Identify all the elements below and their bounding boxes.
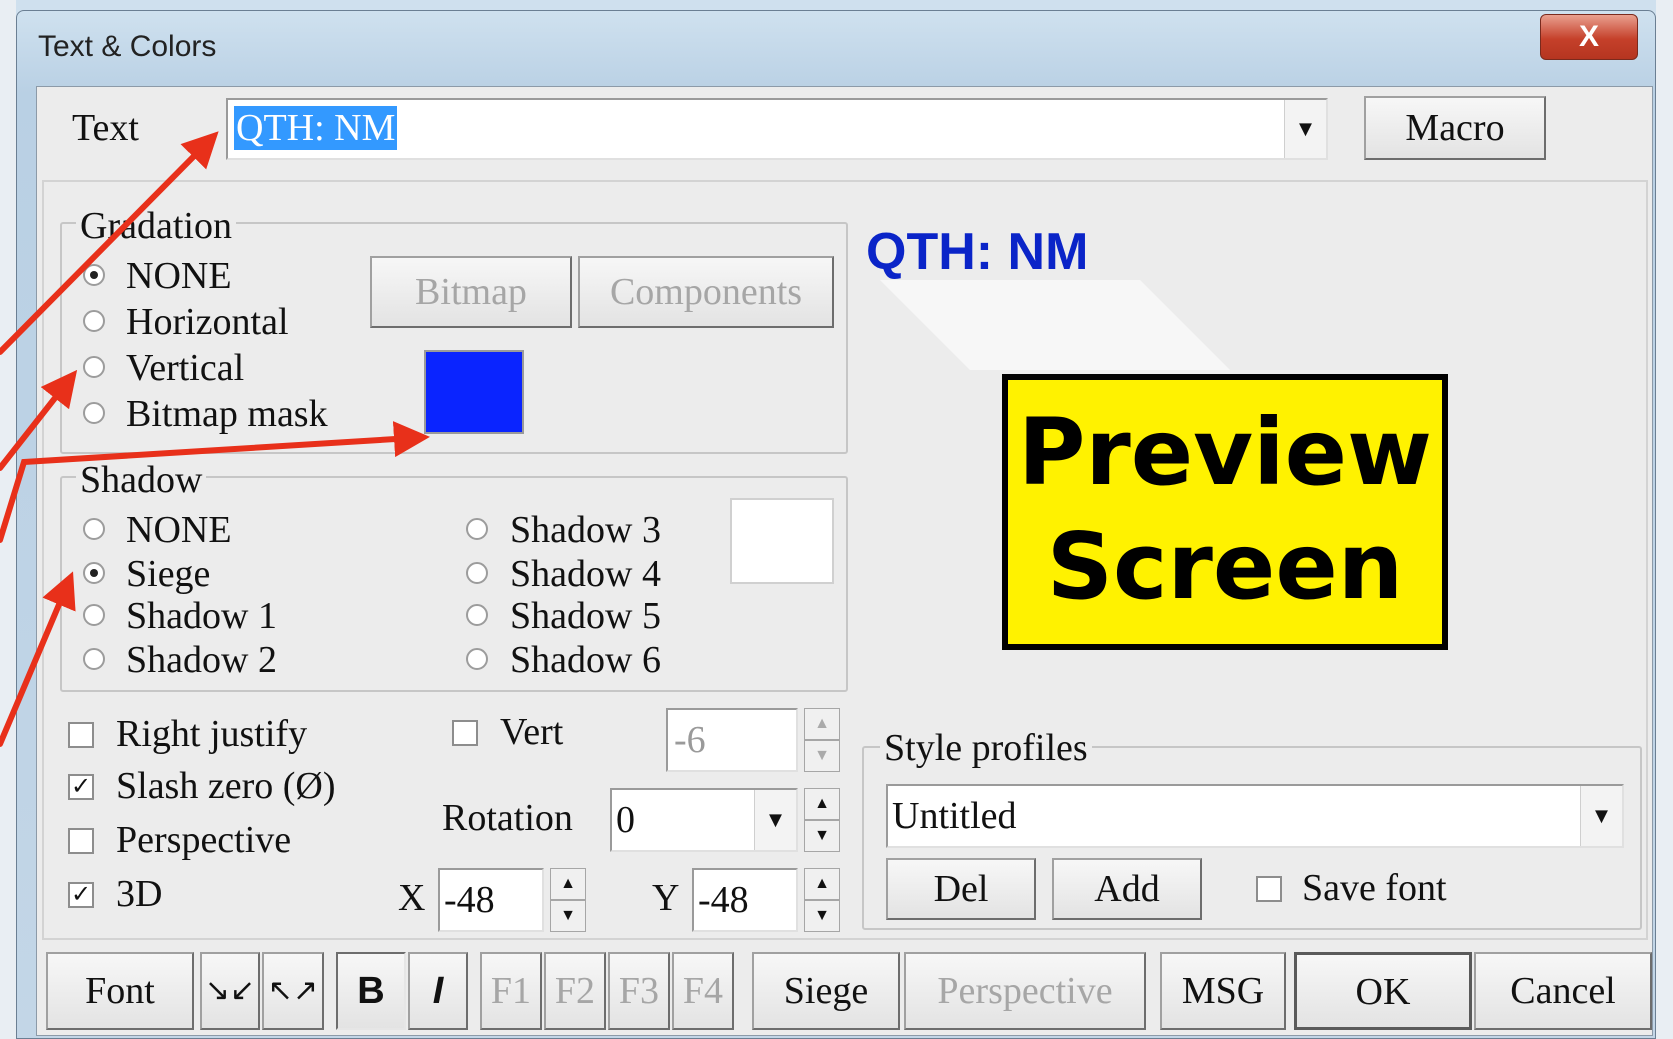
shadow-3-radio[interactable]	[466, 518, 488, 540]
perspective-checkbox[interactable]	[68, 828, 94, 854]
expand-icon[interactable]: ↖↗	[262, 952, 324, 1030]
vert-value-input[interactable]: -6	[666, 708, 798, 772]
callout-line-1: Preview	[1017, 399, 1433, 506]
shrink-icon[interactable]: ↘↙	[200, 952, 260, 1030]
preview-screen-callout: Preview Screen	[1002, 374, 1448, 650]
style-profile-dropdown-arrow[interactable]: ▼	[1580, 786, 1622, 846]
close-button[interactable]: X	[1540, 14, 1638, 60]
gradation-none-label: NONE	[126, 255, 232, 297]
shadow-6-radio[interactable]	[466, 648, 488, 670]
slash-zero-label: Slash zero (Ø)	[116, 765, 336, 807]
siege-button[interactable]: Siege	[752, 952, 900, 1030]
shadow-none-radio[interactable]	[83, 518, 105, 540]
gradation-none-radio[interactable]	[83, 264, 105, 286]
callout-line-2: Screen	[1046, 513, 1404, 620]
bold-button[interactable]: B	[336, 952, 406, 1030]
y-label: Y	[652, 877, 680, 919]
cancel-button[interactable]: Cancel	[1474, 952, 1652, 1030]
y-spin-up[interactable]: ▲	[804, 868, 840, 900]
preview-text: QTH: NM	[866, 223, 1089, 281]
shadow-3-label: Shadow 3	[510, 509, 661, 551]
background-app-left	[0, 0, 16, 1039]
shadow-5-label: Shadow 5	[510, 595, 661, 637]
slash-zero-checkbox[interactable]: ✓	[68, 774, 94, 800]
vert-value: -6	[674, 719, 706, 761]
msg-button[interactable]: MSG	[1160, 952, 1286, 1030]
x-spin-down[interactable]: ▼	[550, 900, 586, 932]
gradation-horizontal-label: Horizontal	[126, 301, 289, 343]
perspective-label: Perspective	[116, 819, 292, 861]
vert-checkbox[interactable]	[452, 720, 478, 746]
bitmap-button[interactable]: Bitmap	[370, 256, 572, 328]
components-button[interactable]: Components	[578, 256, 834, 328]
rotation-spin-down[interactable]: ▼	[804, 820, 840, 852]
shadow-siege-radio[interactable]	[83, 562, 105, 584]
macro-button[interactable]: Macro	[1364, 96, 1546, 160]
text-label: Text	[72, 107, 139, 149]
style-profile-combobox[interactable]: Untitled ▼	[886, 784, 1624, 848]
vert-label: Vert	[500, 711, 564, 753]
style-profiles-legend: Style profiles	[880, 726, 1092, 770]
text-combobox[interactable]: QTH: NM ▼	[226, 98, 1328, 160]
gradation-bitmap-mask-label: Bitmap mask	[126, 393, 328, 435]
rotation-dropdown-arrow[interactable]: ▼	[754, 790, 796, 850]
shadow-legend: Shadow	[76, 458, 207, 502]
x-value: -48	[444, 879, 495, 921]
shadow-4-label: Shadow 4	[510, 553, 661, 595]
text-value-selected[interactable]: QTH: NM	[234, 106, 398, 150]
shadow-1-label: Shadow 1	[126, 595, 277, 637]
rotation-label: Rotation	[442, 797, 573, 839]
rotation-combobox[interactable]: 0 ▼	[610, 788, 798, 852]
gradation-vertical-radio[interactable]	[83, 356, 105, 378]
shadow-color-swatch[interactable]	[730, 498, 834, 584]
f2-button[interactable]: F2	[544, 952, 606, 1030]
x-input[interactable]: -48	[438, 868, 544, 932]
gradation-color-swatch[interactable]	[424, 350, 524, 434]
shadow-siege-label: Siege	[126, 553, 211, 595]
save-font-label: Save font	[1302, 867, 1447, 909]
font-button[interactable]: Font	[46, 952, 194, 1030]
shadow-1-radio[interactable]	[83, 604, 105, 626]
gradation-legend: Gradation	[76, 204, 236, 248]
rotation-value: 0	[616, 799, 635, 841]
y-spin-down[interactable]: ▼	[804, 900, 840, 932]
gradation-bitmap-mask-radio[interactable]	[83, 402, 105, 424]
gradation-vertical-label: Vertical	[126, 347, 245, 389]
save-font-checkbox[interactable]	[1256, 876, 1282, 902]
shadow-5-radio[interactable]	[466, 604, 488, 626]
3d-checkbox[interactable]: ✓	[68, 882, 94, 908]
text-dropdown-arrow[interactable]: ▼	[1284, 100, 1326, 158]
f3-button[interactable]: F3	[608, 952, 670, 1030]
f4-button[interactable]: F4	[672, 952, 734, 1030]
ok-button[interactable]: OK	[1294, 952, 1472, 1030]
shadow-6-label: Shadow 6	[510, 639, 661, 681]
right-justify-checkbox[interactable]	[68, 722, 94, 748]
right-justify-label: Right justify	[116, 713, 308, 755]
3d-label: 3D	[116, 873, 163, 915]
add-profile-button[interactable]: Add	[1052, 858, 1202, 920]
background-app-right	[1656, 0, 1673, 1039]
shadow-4-radio[interactable]	[466, 562, 488, 584]
vert-spin-down[interactable]: ▼	[804, 740, 840, 772]
italic-button[interactable]: I	[408, 952, 468, 1030]
style-profile-value: Untitled	[892, 795, 1017, 837]
gradation-horizontal-radio[interactable]	[83, 310, 105, 332]
shadow-none-label: NONE	[126, 509, 232, 551]
shadow-2-radio[interactable]	[83, 648, 105, 670]
shadow-2-label: Shadow 2	[126, 639, 277, 681]
y-value: -48	[698, 879, 749, 921]
rotation-spin-up[interactable]: ▲	[804, 788, 840, 820]
y-input[interactable]: -48	[692, 868, 798, 932]
f1-button[interactable]: F1	[480, 952, 542, 1030]
dialog-title: Text & Colors	[38, 30, 217, 63]
vert-spin-up[interactable]: ▲	[804, 708, 840, 740]
perspective-button[interactable]: Perspective	[904, 952, 1146, 1030]
del-profile-button[interactable]: Del	[886, 858, 1036, 920]
x-label: X	[398, 877, 426, 919]
x-spin-up[interactable]: ▲	[550, 868, 586, 900]
